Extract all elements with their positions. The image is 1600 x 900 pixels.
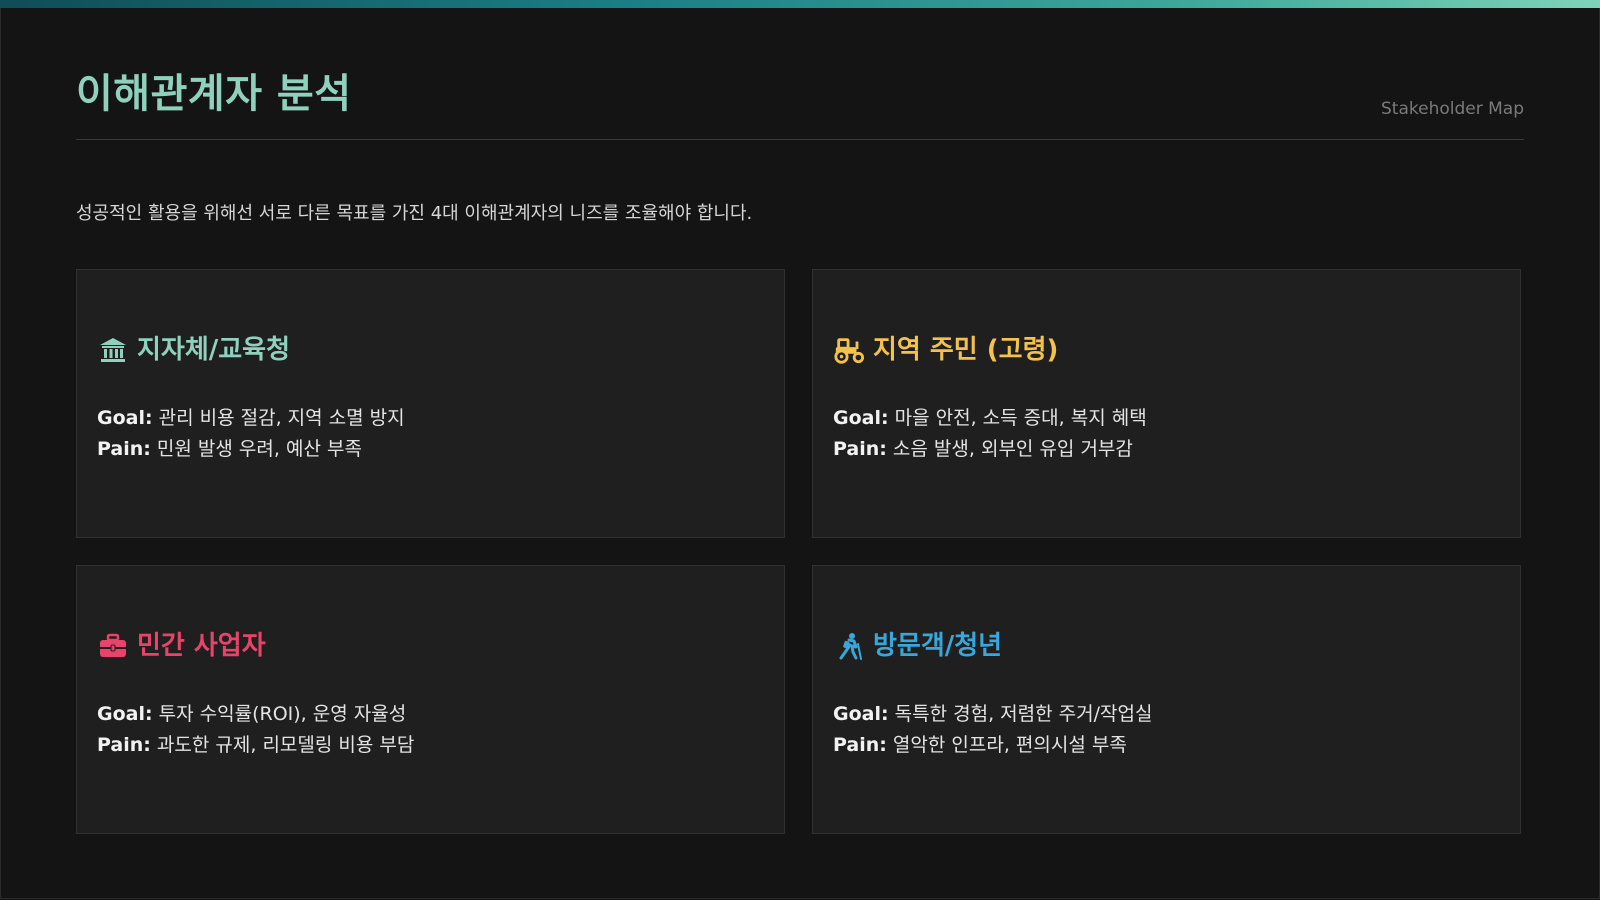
tractor-icon [833,334,865,366]
top-accent-bar [0,0,1600,8]
stakeholder-card-residents: 지역 주민 (고령) Goal: 마을 안전, 소득 증대, 복지 혜택 Pai… [812,269,1521,538]
pain-text: 소음 발생, 외부인 유입 거부감 [892,438,1133,460]
card-body: Goal: 독특한 경험, 저렴한 주거/작업실 Pain: 열악한 인프라, … [833,699,1152,761]
card-body: Goal: 투자 수익률(ROI), 운영 자율성 Pain: 과도한 규제, … [97,699,414,761]
goal-line: Goal: 투자 수익률(ROI), 운영 자율성 [97,699,414,730]
pain-label: Pain: [833,734,887,756]
goal-label: Goal: [97,703,153,725]
page-subtitle: Stakeholder Map [1381,99,1524,119]
pain-text: 과도한 규제, 리모델링 비용 부담 [156,734,415,756]
card-title: 민간 사업자 [137,631,266,661]
pain-line: Pain: 열악한 인프라, 편의시설 부족 [833,730,1152,761]
pain-label: Pain: [97,438,151,460]
card-title: 방문객/청년 [873,631,1003,661]
pain-text: 민원 발생 우려, 예산 부족 [156,438,362,460]
card-header: 지자체/교육청 [97,332,290,368]
hiker-icon [833,630,865,662]
card-body: Goal: 마을 안전, 소득 증대, 복지 혜택 Pain: 소음 발생, 외… [833,403,1147,465]
goal-line: Goal: 독특한 경험, 저렴한 주거/작업실 [833,699,1152,730]
goal-text: 투자 수익률(ROI), 운영 자율성 [158,703,407,725]
goal-label: Goal: [833,703,889,725]
pain-line: Pain: 민원 발생 우려, 예산 부족 [97,434,405,465]
goal-text: 독특한 경험, 저렴한 주거/작업실 [894,703,1153,725]
bank-icon [97,334,129,366]
pain-line: Pain: 소음 발생, 외부인 유입 거부감 [833,434,1147,465]
pain-line: Pain: 과도한 규제, 리모델링 비용 부담 [97,730,414,761]
briefcase-icon [97,630,129,662]
goal-text: 마을 안전, 소득 증대, 복지 혜택 [894,407,1147,429]
pain-text: 열악한 인프라, 편의시설 부족 [892,734,1127,756]
goal-text: 관리 비용 절감, 지역 소멸 방지 [158,407,405,429]
intro-text: 성공적인 활용을 위해선 서로 다른 목표를 가진 4대 이해관계자의 니즈를 … [76,203,753,224]
goal-label: Goal: [97,407,153,429]
card-header: 지역 주민 (고령) [833,332,1058,368]
goal-line: Goal: 관리 비용 절감, 지역 소멸 방지 [97,403,405,434]
goal-label: Goal: [833,407,889,429]
goal-line: Goal: 마을 안전, 소득 증대, 복지 혜택 [833,403,1147,434]
card-header: 민간 사업자 [97,628,266,664]
page-title: 이해관계자 분석 [76,71,352,117]
stakeholder-card-government: 지자체/교육청 Goal: 관리 비용 절감, 지역 소멸 방지 Pain: 민… [76,269,785,538]
pain-label: Pain: [97,734,151,756]
card-body: Goal: 관리 비용 절감, 지역 소멸 방지 Pain: 민원 발생 우려,… [97,403,405,465]
card-title: 지자체/교육청 [137,335,291,365]
card-header: 방문객/청년 [833,628,1002,664]
stakeholder-card-visitors: 방문객/청년 Goal: 독특한 경험, 저렴한 주거/작업실 Pain: 열악… [812,565,1521,834]
title-divider [76,139,1524,140]
card-title: 지역 주민 (고령) [873,335,1059,365]
stakeholder-card-business: 민간 사업자 Goal: 투자 수익률(ROI), 운영 자율성 Pain: 과… [76,565,785,834]
pain-label: Pain: [833,438,887,460]
